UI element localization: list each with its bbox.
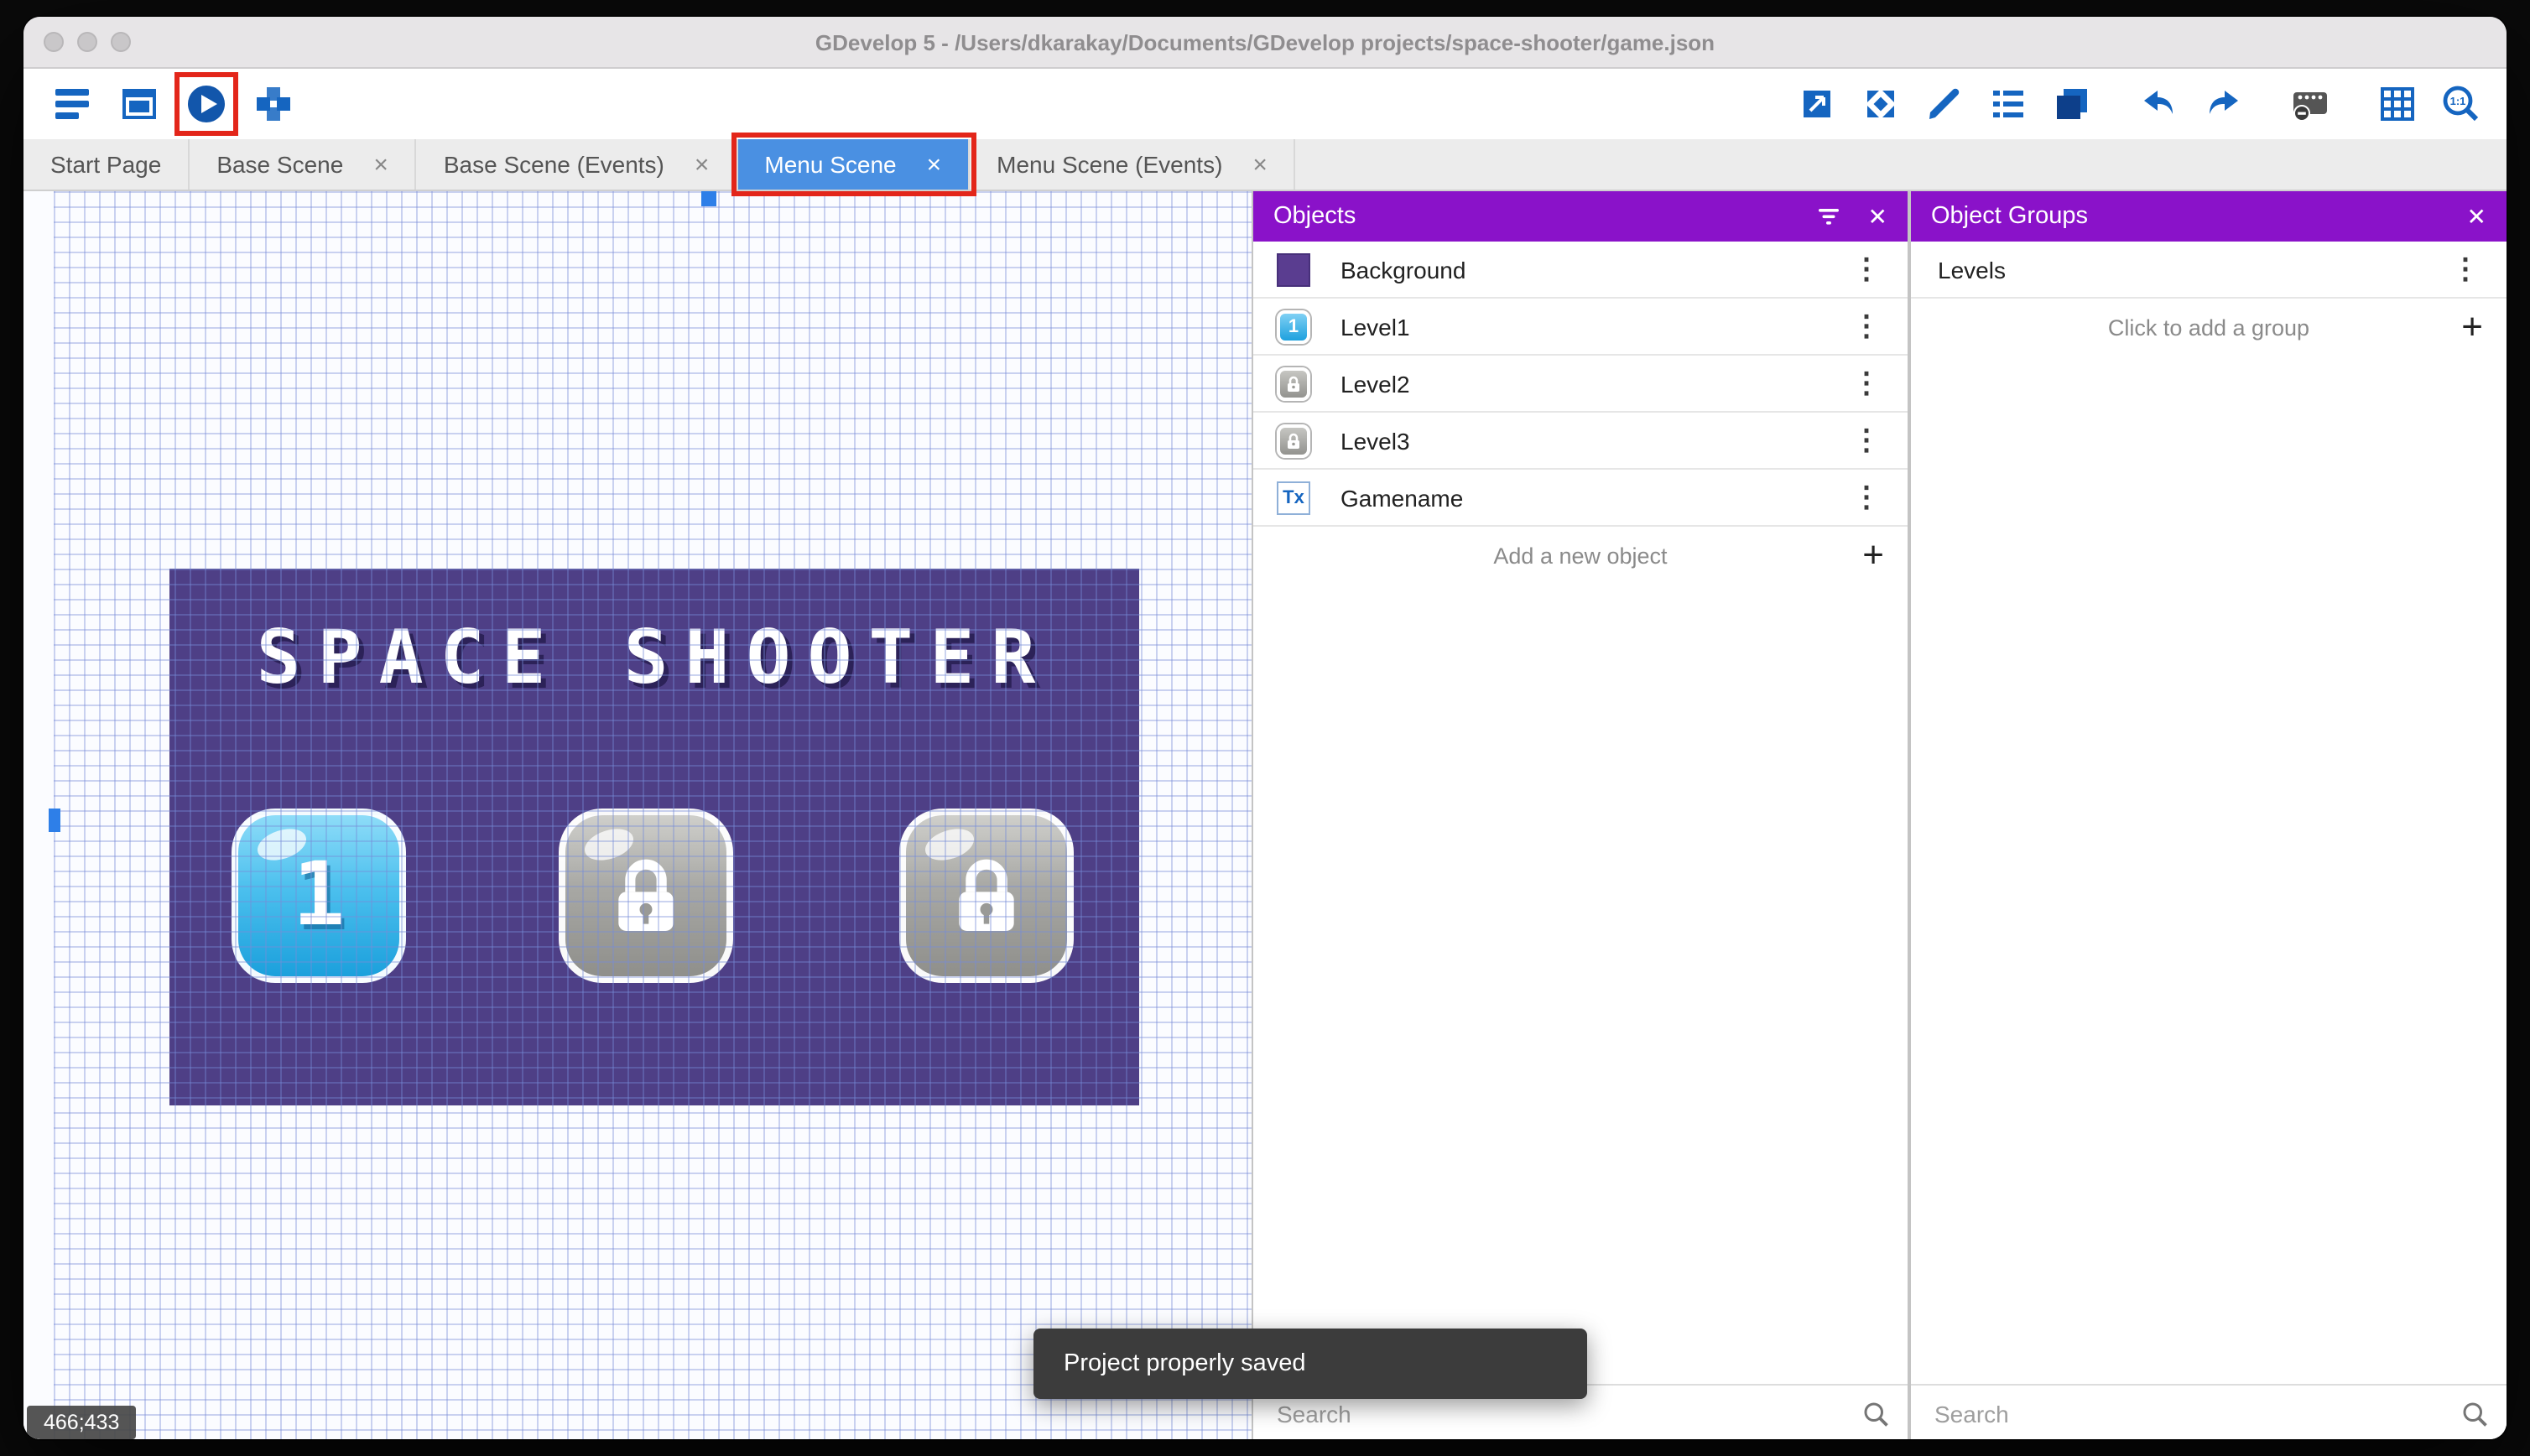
search-icon — [2463, 1402, 2487, 1427]
plus-icon[interactable]: + — [1862, 536, 1884, 574]
svg-text:1:1: 1:1 — [2450, 95, 2466, 107]
lock-icon — [618, 859, 674, 931]
search-icon — [1864, 1402, 1888, 1427]
object-row-background[interactable]: Background ⋮ — [1253, 242, 1908, 299]
cursor-coordinates: 466;433 — [27, 1406, 137, 1439]
object-groups-editor-icon[interactable] — [1859, 82, 1903, 126]
close-object-groups-panel-icon[interactable]: ✕ — [2467, 202, 2486, 231]
object-groups-panel: Object Groups ✕ Levels ⋮ Click to add a … — [1909, 191, 2507, 1439]
project-manager-icon[interactable] — [50, 82, 94, 126]
scene-boundary-marker-left[interactable] — [49, 809, 60, 832]
main-toolbar: 1:1 — [23, 69, 2507, 139]
level1-thumbnail-icon: 1 — [1277, 309, 1310, 343]
editor-content: SPACE SHOOTER 1 466;433 Objects ✕ Backgr… — [23, 191, 2507, 1439]
level2-thumbnail-icon — [1277, 367, 1310, 400]
zoom-1-1-icon[interactable]: 1:1 — [2439, 82, 2483, 126]
grid-icon[interactable] — [2376, 82, 2419, 126]
undo-icon[interactable] — [2137, 82, 2181, 126]
app-window: GDevelop 5 - /Users/dkarakay/Documents/G… — [23, 17, 2507, 1439]
preview-play-button[interactable] — [174, 72, 238, 136]
level3-thumbnail-icon — [1277, 424, 1310, 457]
object-row-level2[interactable]: Level2 ⋮ — [1253, 356, 1908, 413]
instances-list-icon[interactable] — [1986, 82, 2030, 126]
group-name: Levels — [1938, 256, 2006, 283]
object-menu-icon[interactable]: ⋮ — [1845, 424, 1887, 457]
level3-button-instance[interactable] — [899, 809, 1074, 983]
groups-search-bar — [1911, 1384, 2507, 1439]
object-menu-icon[interactable]: ⋮ — [1845, 309, 1887, 343]
object-name: Level1 — [1340, 313, 1410, 340]
objects-panel: Objects ✕ Background ⋮ 1 Level1 ⋮ Level2… — [1252, 191, 1909, 1439]
object-name: Gamename — [1340, 484, 1464, 511]
tab-label: Base Scene — [216, 151, 344, 178]
add-group-button[interactable]: Click to add a group + — [1911, 299, 2507, 356]
object-name: Level2 — [1340, 370, 1410, 397]
object-groups-panel-title: Object Groups — [1931, 203, 2088, 230]
tab-menu-scene[interactable]: Menu Scene × — [731, 133, 977, 196]
object-menu-icon[interactable]: ⋮ — [1845, 481, 1887, 514]
toolbar-left-group — [50, 72, 295, 136]
scene-title-text[interactable]: SPACE SHOOTER — [169, 616, 1139, 701]
window-title: GDevelop 5 - /Users/dkarakay/Documents/G… — [815, 29, 1715, 55]
debugger-icon[interactable] — [252, 82, 295, 126]
close-window-button[interactable] — [44, 32, 64, 52]
tab-bar: Start Page Base Scene × Base Scene (Even… — [23, 133, 2507, 196]
maximize-window-button[interactable] — [111, 32, 131, 52]
game-scene-preview[interactable]: SPACE SHOOTER 1 — [169, 569, 1139, 1105]
object-row-gamename[interactable]: Tx Gamename ⋮ — [1253, 470, 1908, 527]
text-object-thumbnail-icon: Tx — [1277, 481, 1310, 514]
scene-boundary-marker-top[interactable] — [701, 191, 716, 206]
tab-close-icon[interactable]: × — [695, 152, 710, 177]
object-menu-icon[interactable]: ⋮ — [1845, 252, 1887, 286]
tab-start-page[interactable]: Start Page — [23, 139, 190, 190]
level1-digit: 1 — [292, 845, 346, 946]
filter-icon[interactable] — [1814, 201, 1845, 231]
traffic-lights — [44, 32, 131, 52]
scene-list-icon[interactable] — [117, 82, 161, 126]
toast-message: Project properly saved — [1064, 1350, 1306, 1377]
tab-base-scene[interactable]: Base Scene × — [190, 139, 417, 190]
minimize-window-button[interactable] — [77, 32, 97, 52]
save-toast: Project properly saved — [1033, 1329, 1587, 1399]
lock-icon — [959, 859, 1014, 931]
group-menu-icon[interactable]: ⋮ — [2444, 252, 2486, 286]
object-name: Background — [1340, 256, 1466, 283]
tab-label: Base Scene (Events) — [443, 151, 664, 178]
redo-icon[interactable] — [2201, 82, 2245, 126]
objects-panel-header: Objects ✕ — [1253, 191, 1908, 242]
groups-search-input[interactable] — [1931, 1399, 2460, 1429]
properties-pencil-icon[interactable] — [1923, 82, 1966, 126]
tab-label: Menu Scene — [764, 151, 897, 178]
object-groups-panel-header: Object Groups ✕ — [1911, 191, 2507, 242]
toolbar-right-group: 1:1 — [1795, 82, 2483, 126]
group-row-levels[interactable]: Levels ⋮ — [1911, 242, 2507, 299]
objects-editor-icon[interactable] — [1795, 82, 1839, 126]
object-name: Level3 — [1340, 427, 1410, 454]
scene-editor-canvas[interactable]: SPACE SHOOTER 1 466;433 — [23, 191, 1252, 1439]
desktop-background: GDevelop 5 - /Users/dkarakay/Documents/G… — [0, 0, 2530, 1456]
layers-editor-icon[interactable] — [2050, 82, 2094, 126]
objects-search-input[interactable] — [1273, 1399, 1861, 1429]
level2-button-instance[interactable] — [559, 809, 733, 983]
add-group-label: Click to add a group — [2107, 315, 2310, 340]
tab-label: Start Page — [50, 151, 162, 178]
tab-menu-scene-events[interactable]: Menu Scene (Events) × — [970, 139, 1296, 190]
object-row-level3[interactable]: Level3 ⋮ — [1253, 413, 1908, 470]
render-view-icon[interactable] — [2288, 82, 2332, 126]
tab-label: Menu Scene (Events) — [997, 151, 1223, 178]
object-menu-icon[interactable]: ⋮ — [1845, 367, 1887, 400]
tab-close-icon[interactable]: × — [927, 152, 942, 177]
close-objects-panel-icon[interactable]: ✕ — [1868, 202, 1887, 231]
tab-close-icon[interactable]: × — [373, 152, 388, 177]
background-thumbnail-icon — [1277, 252, 1310, 286]
level1-button-instance[interactable]: 1 — [232, 809, 406, 983]
tab-close-icon[interactable]: × — [1252, 152, 1268, 177]
tab-base-scene-events[interactable]: Base Scene (Events) × — [417, 139, 738, 190]
objects-panel-title: Objects — [1273, 203, 1356, 230]
title-bar: GDevelop 5 - /Users/dkarakay/Documents/G… — [23, 17, 2507, 69]
add-new-object-button[interactable]: Add a new object + — [1253, 527, 1908, 584]
plus-icon[interactable]: + — [2461, 308, 2483, 346]
add-object-label: Add a new object — [1493, 543, 1668, 568]
object-row-level1[interactable]: 1 Level1 ⋮ — [1253, 299, 1908, 356]
